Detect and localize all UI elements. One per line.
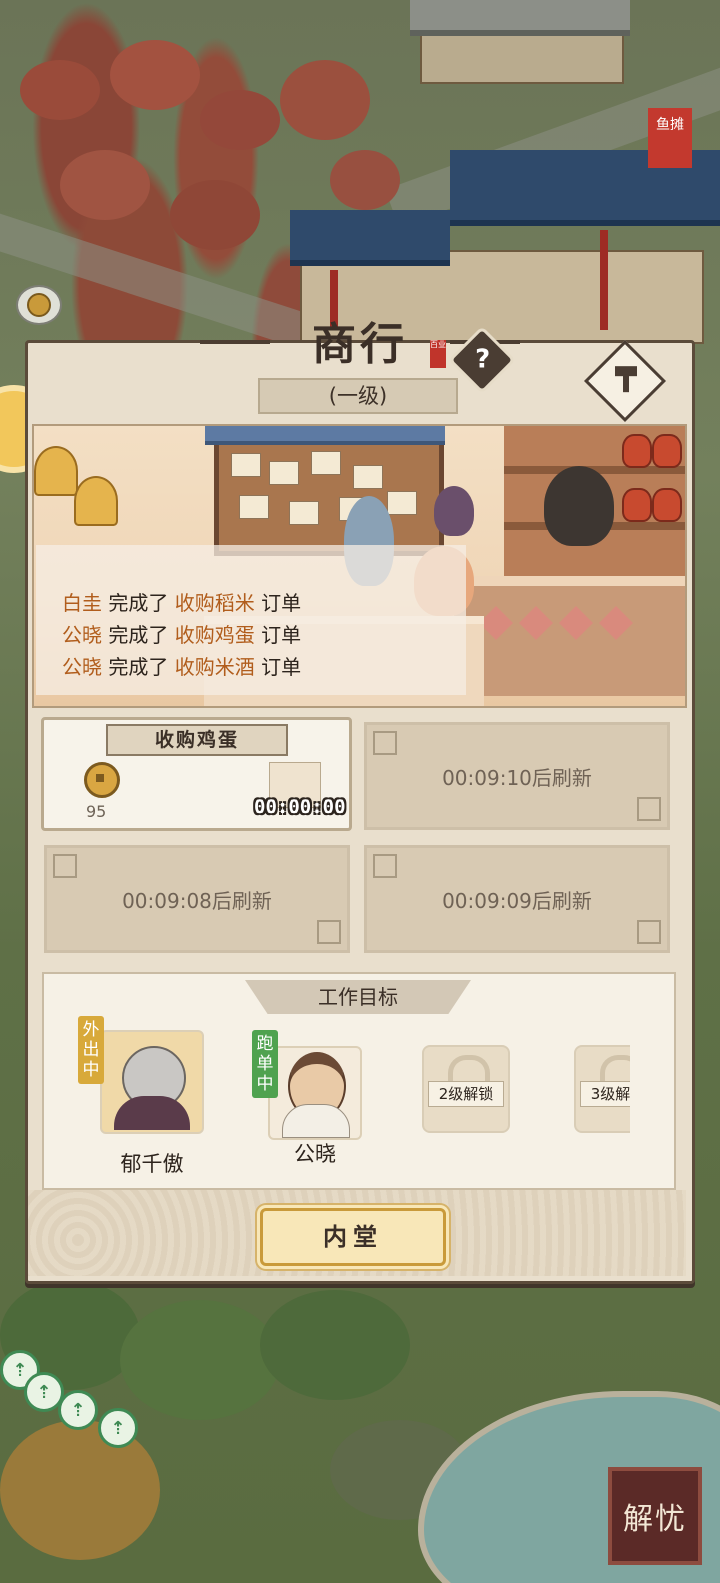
tree	[260, 1290, 410, 1400]
coin-icon	[27, 293, 51, 317]
order-timer: 00:00:00	[254, 796, 346, 818]
coin-amount: 95	[86, 802, 107, 821]
worker-name: 公晓	[294, 1142, 336, 1166]
shopkeeper	[544, 466, 614, 546]
tree	[110, 40, 200, 110]
locked-slot-clip: 3级解锁	[574, 1045, 630, 1133]
counter	[454, 576, 685, 696]
tree	[120, 1300, 280, 1420]
tree	[330, 150, 400, 210]
tree	[170, 180, 260, 250]
refresh-countdown: 00:09:08后刷新	[122, 888, 272, 913]
unlock-label: 2级解锁	[428, 1081, 504, 1107]
order-slot[interactable]: 00:09:08后刷新	[44, 845, 350, 953]
fish-stall-label: 鱼摊	[656, 117, 684, 133]
hammer-icon	[611, 366, 639, 390]
page-title: 商行	[312, 319, 408, 370]
unlock-label: 3级解锁	[580, 1081, 630, 1107]
feed-row: 公晓 完成了 收购鸡蛋 订单	[62, 623, 302, 647]
order-slot[interactable]: 00:09:10后刷新	[364, 722, 670, 830]
title-stamp: 百业	[430, 340, 446, 368]
tree	[0, 1420, 160, 1560]
status-badge: 跑单中	[252, 1030, 278, 1098]
order-card-active[interactable]: 收购鸡蛋 95 00:00:00	[41, 717, 352, 831]
jieyou-button[interactable]: 解忧	[608, 1467, 702, 1565]
inner-hall-button[interactable]: 内堂	[260, 1208, 446, 1266]
help-icon: ?	[475, 344, 491, 375]
notice-board	[205, 426, 445, 556]
coin-icon	[84, 762, 120, 798]
leaf-icon[interactable]: ⇡	[98, 1408, 138, 1448]
tree	[280, 60, 370, 140]
work-targets-header: 工作目标	[245, 980, 471, 1014]
leaf-icon[interactable]: ⇡	[58, 1390, 98, 1430]
refresh-countdown: 00:09:10后刷新	[442, 765, 592, 790]
clerk	[434, 486, 474, 536]
tree	[20, 60, 100, 120]
feed-row: 白圭 完成了 收购稻米 订单	[62, 591, 302, 615]
bell	[74, 476, 118, 526]
order-name: 收购鸡蛋	[106, 724, 288, 756]
locked-slot[interactable]: 3级解锁	[574, 1045, 630, 1133]
tree	[200, 90, 280, 150]
level-label: (一级)	[258, 378, 458, 414]
jieyou-label: 解忧	[623, 1502, 687, 1537]
refresh-countdown: 00:09:09后刷新	[442, 888, 592, 913]
feed-row: 公晓 完成了 收购米酒 订单	[62, 655, 302, 679]
status-badge: 外出中	[78, 1016, 104, 1084]
activity-feed: 白圭 完成了 收购稻米 订单 公晓 完成了 收购鸡蛋 订单 公晓 完成了 收购米…	[36, 545, 466, 695]
worker-name: 郁千傲	[120, 1152, 184, 1176]
fish-stall-sign[interactable]: 鱼摊	[648, 108, 692, 168]
worker-portrait[interactable]	[100, 1030, 204, 1134]
locked-slot[interactable]: 2级解锁	[422, 1045, 510, 1133]
tree	[60, 150, 150, 220]
order-slot[interactable]: 00:09:09后刷新	[364, 845, 670, 953]
title-deco-left	[200, 340, 270, 352]
worker-portrait[interactable]	[268, 1046, 362, 1140]
coin-bubble[interactable]	[16, 285, 62, 325]
bell	[34, 446, 78, 496]
